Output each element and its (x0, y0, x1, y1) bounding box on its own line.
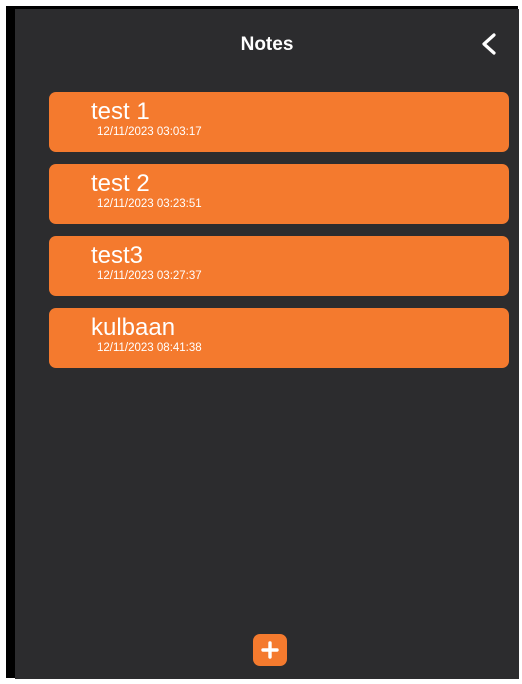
note-item[interactable]: test 2 12/11/2023 03:23:51 (49, 164, 509, 224)
add-note-button[interactable] (253, 634, 287, 666)
plus-icon (261, 641, 279, 659)
note-title: test 2 (91, 170, 150, 197)
note-title: kulbaan (91, 314, 176, 341)
note-timestamp: 12/11/2023 03:23:51 (97, 198, 202, 210)
note-timestamp: 12/11/2023 08:41:38 (97, 342, 202, 354)
device-frame: Notes test 1 12/11/2023 03:03:17 test 2 … (6, 6, 519, 679)
note-item[interactable]: kulbaan 12/11/2023 08:41:38 (49, 308, 509, 368)
note-item[interactable]: test 1 12/11/2023 03:03:17 (49, 92, 509, 152)
notes-list: test 1 12/11/2023 03:03:17 test 2 12/11/… (49, 92, 509, 380)
note-timestamp: 12/11/2023 03:27:37 (97, 270, 202, 282)
app-header: Notes (15, 9, 519, 81)
back-button[interactable] (475, 29, 503, 59)
notes-screen: Notes test 1 12/11/2023 03:03:17 test 2 … (15, 9, 519, 679)
note-title: test 1 (91, 98, 150, 125)
chevron-left-icon (482, 33, 496, 55)
note-title: test3 (91, 242, 144, 269)
note-timestamp: 12/11/2023 03:03:17 (97, 126, 202, 138)
note-item[interactable]: test3 12/11/2023 03:27:37 (49, 236, 509, 296)
page-title: Notes (240, 34, 294, 55)
